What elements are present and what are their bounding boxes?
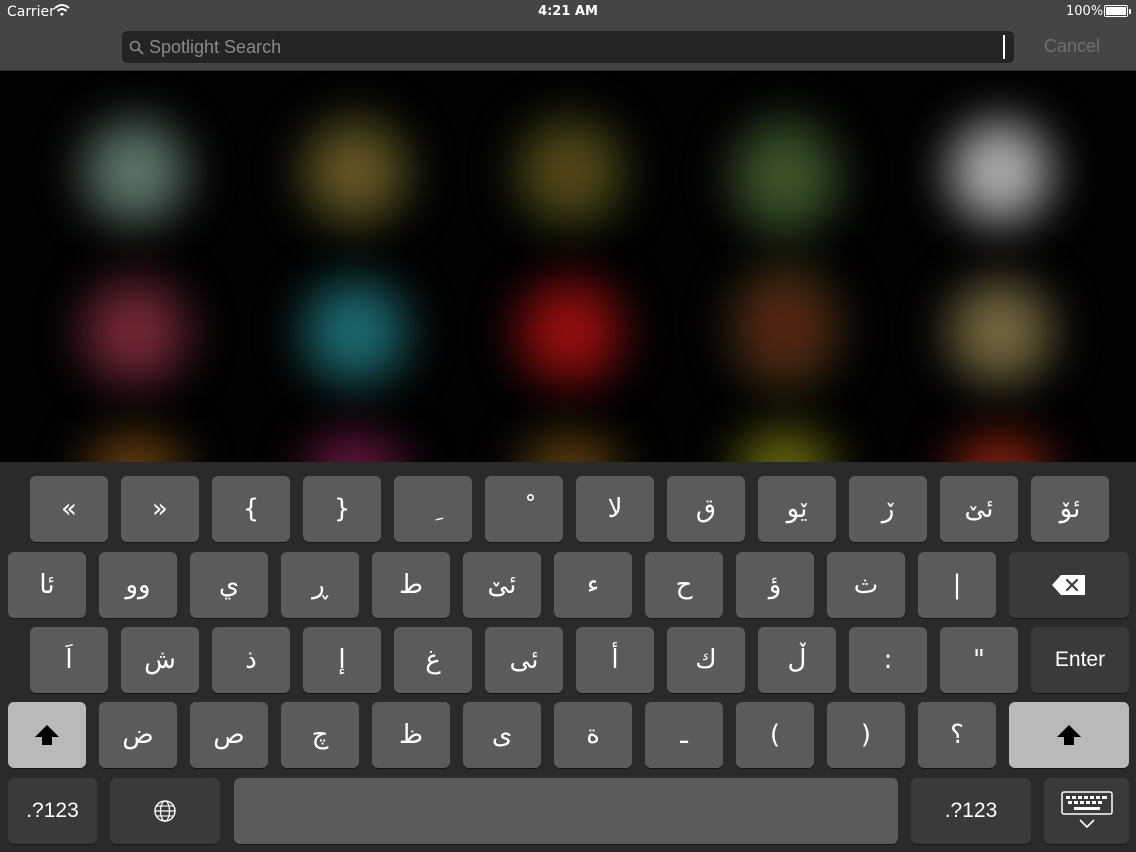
key[interactable]: « bbox=[30, 476, 108, 542]
blurred-app-icon bbox=[515, 117, 625, 227]
key[interactable]: ئێ bbox=[463, 552, 541, 618]
shift-icon bbox=[1055, 723, 1083, 747]
key[interactable]: : bbox=[849, 627, 927, 693]
keyboard-dismiss-icon bbox=[1060, 791, 1113, 831]
key[interactable]: ئا bbox=[8, 552, 86, 618]
shift-icon bbox=[33, 723, 61, 747]
key[interactable]: أ bbox=[576, 627, 654, 693]
key[interactable]: ـ bbox=[645, 702, 723, 768]
key[interactable]: ث bbox=[827, 552, 905, 618]
key[interactable]: ْ bbox=[485, 476, 563, 542]
key[interactable]: { bbox=[212, 476, 290, 542]
key[interactable]: ڒ bbox=[849, 476, 927, 542]
carrier-label: Carrier bbox=[7, 4, 55, 20]
delete-icon bbox=[1051, 573, 1087, 597]
blurred-app-icon bbox=[730, 427, 840, 462]
blurred-app-icon bbox=[945, 117, 1055, 227]
key[interactable]: ذ bbox=[212, 627, 290, 693]
blurred-app-icon bbox=[80, 432, 190, 462]
key[interactable]: ص bbox=[190, 702, 268, 768]
key[interactable]: چ bbox=[281, 702, 359, 768]
cancel-button[interactable]: Cancel bbox=[1044, 36, 1100, 57]
delete-key[interactable] bbox=[1009, 552, 1129, 618]
key[interactable]: إ bbox=[303, 627, 381, 693]
key[interactable]: ؟ bbox=[918, 702, 996, 768]
wifi-icon bbox=[54, 3, 70, 21]
blurred-app-icon bbox=[515, 432, 625, 462]
key[interactable]: ى bbox=[463, 702, 541, 768]
dismiss-keyboard-key[interactable] bbox=[1044, 778, 1129, 844]
key[interactable]: ئۆ bbox=[1031, 476, 1109, 542]
key[interactable]: ) bbox=[827, 702, 905, 768]
key[interactable]: | bbox=[918, 552, 996, 618]
blurred-app-icon bbox=[515, 277, 625, 387]
shift-key-left[interactable] bbox=[8, 702, 86, 768]
key[interactable]: ڵ bbox=[758, 627, 836, 693]
numbers-key-left[interactable]: .?123 bbox=[8, 778, 97, 844]
key[interactable]: ؤ bbox=[736, 552, 814, 618]
key[interactable]: وو bbox=[99, 552, 177, 618]
search-field[interactable] bbox=[122, 31, 1014, 63]
key[interactable]: ( bbox=[736, 702, 814, 768]
key[interactable]: ض bbox=[99, 702, 177, 768]
battery-percent: 100% bbox=[1066, 4, 1104, 19]
numbers-key-right[interactable]: .?123 bbox=[911, 778, 1031, 844]
key[interactable]: ي bbox=[190, 552, 268, 618]
blurred-app-icon bbox=[730, 117, 840, 237]
key[interactable]: ێو bbox=[758, 476, 836, 542]
blurred-app-icon bbox=[80, 117, 190, 227]
key[interactable]: " bbox=[940, 627, 1018, 693]
search-input[interactable] bbox=[149, 31, 999, 63]
blurred-app-icon bbox=[945, 432, 1055, 462]
key[interactable]: ء bbox=[554, 552, 632, 618]
key[interactable]: لا bbox=[576, 476, 654, 542]
key[interactable]: ح bbox=[645, 552, 723, 618]
blurred-app-icon bbox=[945, 277, 1055, 387]
space-bar[interactable] bbox=[234, 778, 898, 844]
globe-key[interactable] bbox=[110, 778, 220, 844]
key[interactable]: ة bbox=[554, 702, 632, 768]
enter-key[interactable]: Enter bbox=[1031, 627, 1129, 693]
clock: 4:21 AM bbox=[538, 4, 598, 19]
key[interactable]: ظ bbox=[372, 702, 450, 768]
on-screen-keyboard: « » { } ِ ْ لا ق ێو ڒ ئێ ئۆ ئا وو ي ڕ ط … bbox=[0, 462, 1136, 852]
search-icon bbox=[129, 40, 144, 55]
blurred-app-icon bbox=[80, 277, 190, 387]
key[interactable]: ئێ bbox=[940, 476, 1018, 542]
key[interactable]: ئى bbox=[485, 627, 563, 693]
key[interactable]: ق bbox=[667, 476, 745, 542]
globe-icon bbox=[153, 799, 177, 823]
key[interactable]: } bbox=[303, 476, 381, 542]
spotlight-search-bar: Cancel bbox=[0, 24, 1136, 71]
blurred-app-icon bbox=[730, 262, 840, 392]
key[interactable]: ط bbox=[372, 552, 450, 618]
shift-key-right[interactable] bbox=[1009, 702, 1129, 768]
blurred-app-icon bbox=[300, 117, 410, 227]
key[interactable]: » bbox=[121, 476, 199, 542]
blurred-homescreen bbox=[0, 72, 1136, 462]
blurred-app-icon bbox=[300, 432, 410, 462]
blurred-app-icon bbox=[300, 277, 410, 387]
key[interactable]: غ bbox=[394, 627, 472, 693]
text-caret bbox=[1003, 35, 1005, 59]
key[interactable]: ش bbox=[121, 627, 199, 693]
battery-icon bbox=[1104, 5, 1131, 17]
key[interactable]: اَ bbox=[30, 627, 108, 693]
key[interactable]: ك bbox=[667, 627, 745, 693]
key[interactable]: ِ bbox=[394, 476, 472, 542]
key[interactable]: ڕ bbox=[281, 552, 359, 618]
status-bar: Carrier 4:21 AM 100% bbox=[0, 0, 1136, 24]
